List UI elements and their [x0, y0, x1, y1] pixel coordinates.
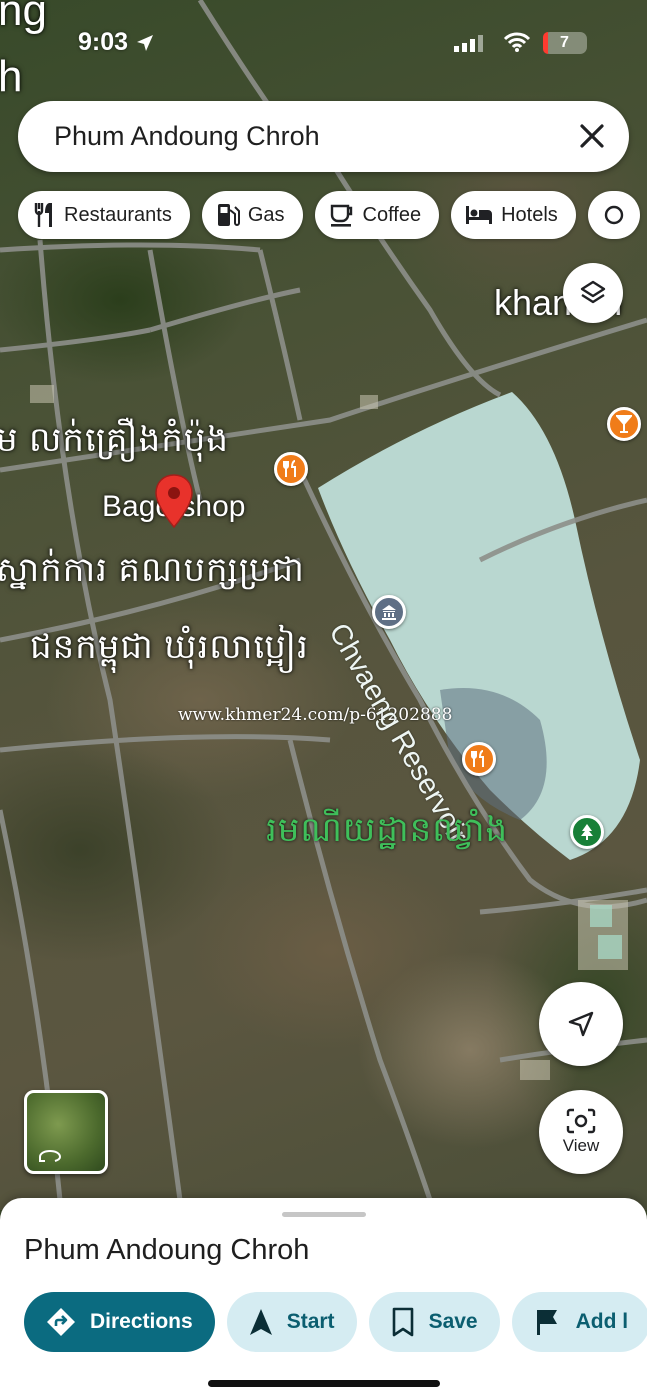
camera-view-icon	[566, 1108, 596, 1134]
wifi-icon	[503, 32, 531, 52]
place-pin-icon[interactable]	[154, 473, 194, 529]
signal-icon	[454, 35, 483, 52]
add-label-button[interactable]: Add l	[511, 1292, 647, 1352]
layers-button[interactable]	[563, 263, 623, 323]
street-view-rotate-icon	[39, 1149, 62, 1162]
chip-hotels[interactable]: Hotels	[451, 191, 576, 239]
map-label-khmer-shop[interactable]: ម លក់គ្រឿងកំប៉ុង	[0, 418, 229, 468]
restaurant-poi-icon[interactable]	[274, 452, 308, 486]
status-time: 9:03	[78, 28, 155, 57]
layers-icon	[580, 280, 606, 304]
place-title: Phum Andoung Chroh	[24, 1234, 310, 1266]
street-view-thumbnail[interactable]	[24, 1090, 108, 1174]
navigation-arrow-icon	[568, 1011, 594, 1037]
bar-poi-icon[interactable]	[607, 407, 641, 441]
battery-indicator: 7	[543, 32, 587, 54]
bookmark-icon	[392, 1307, 413, 1337]
battery-level: 7	[560, 34, 569, 51]
navigation-start-icon	[249, 1309, 272, 1335]
chip-label: Gas	[247, 203, 285, 226]
chip-restaurants[interactable]: Restaurants	[18, 191, 190, 239]
close-icon[interactable]	[577, 121, 607, 151]
fork-knife-icon	[34, 203, 52, 227]
chip-gas[interactable]: Gas	[201, 191, 303, 239]
watermark-text: www.khmer24.com/p-61202888	[178, 705, 453, 725]
start-button[interactable]: Start	[226, 1292, 357, 1352]
museum-poi-icon[interactable]	[372, 595, 406, 629]
chip-coffee[interactable]: Coffee	[314, 191, 440, 239]
directions-icon	[47, 1308, 75, 1336]
more-category-icon	[604, 205, 624, 225]
chip-label: Hotels	[501, 203, 558, 226]
directions-label: Directions	[90, 1310, 193, 1333]
view-button[interactable]: View	[539, 1090, 623, 1174]
map-label-corner-top: ng	[0, 0, 47, 35]
category-chips: Restaurants Gas Coffee Hotels	[18, 191, 640, 239]
save-label: Save	[428, 1310, 478, 1333]
add-label: Add l	[575, 1310, 629, 1333]
sheet-drag-handle[interactable]	[282, 1212, 366, 1217]
chip-label: Coffee	[362, 203, 422, 226]
map-label-corner-left: h	[0, 52, 23, 101]
map-label-khmer-park[interactable]: រមណីយដ្ឋានឈ្វាំង	[266, 808, 508, 858]
gas-station-icon	[217, 204, 240, 226]
map-label-khmer-party-line1[interactable]: ស្នាក់ការ គណបក្សប្រជា	[0, 548, 305, 598]
my-location-button[interactable]	[539, 982, 623, 1066]
status-time-text: 9:03	[78, 28, 129, 56]
place-actions: Directions Start Save Add l	[24, 1292, 647, 1352]
park-poi-icon[interactable]	[570, 815, 604, 849]
view-label: View	[562, 1136, 600, 1155]
place-bottom-sheet[interactable]: Phum Andoung Chroh Directions Start Save	[0, 1198, 647, 1400]
bed-icon	[466, 206, 493, 224]
chip-label: Restaurants	[64, 203, 172, 226]
start-label: Start	[286, 1310, 335, 1333]
location-arrow-icon	[137, 35, 153, 52]
home-indicator	[208, 1380, 440, 1387]
save-button[interactable]: Save	[368, 1292, 500, 1352]
coffee-cup-icon	[330, 204, 352, 227]
directions-button[interactable]: Directions	[24, 1292, 215, 1352]
chip-more[interactable]	[587, 191, 640, 239]
flag-icon	[536, 1310, 557, 1335]
restaurant-poi-icon[interactable]	[462, 742, 496, 776]
map-label-khmer-party-line2[interactable]: ជនកម្ពុជា ឃុំរលាប្អៀរ	[30, 625, 309, 675]
search-bar[interactable]: Phum Andoung Chroh	[18, 101, 629, 172]
search-query[interactable]: Phum Andoung Chroh	[54, 121, 320, 152]
